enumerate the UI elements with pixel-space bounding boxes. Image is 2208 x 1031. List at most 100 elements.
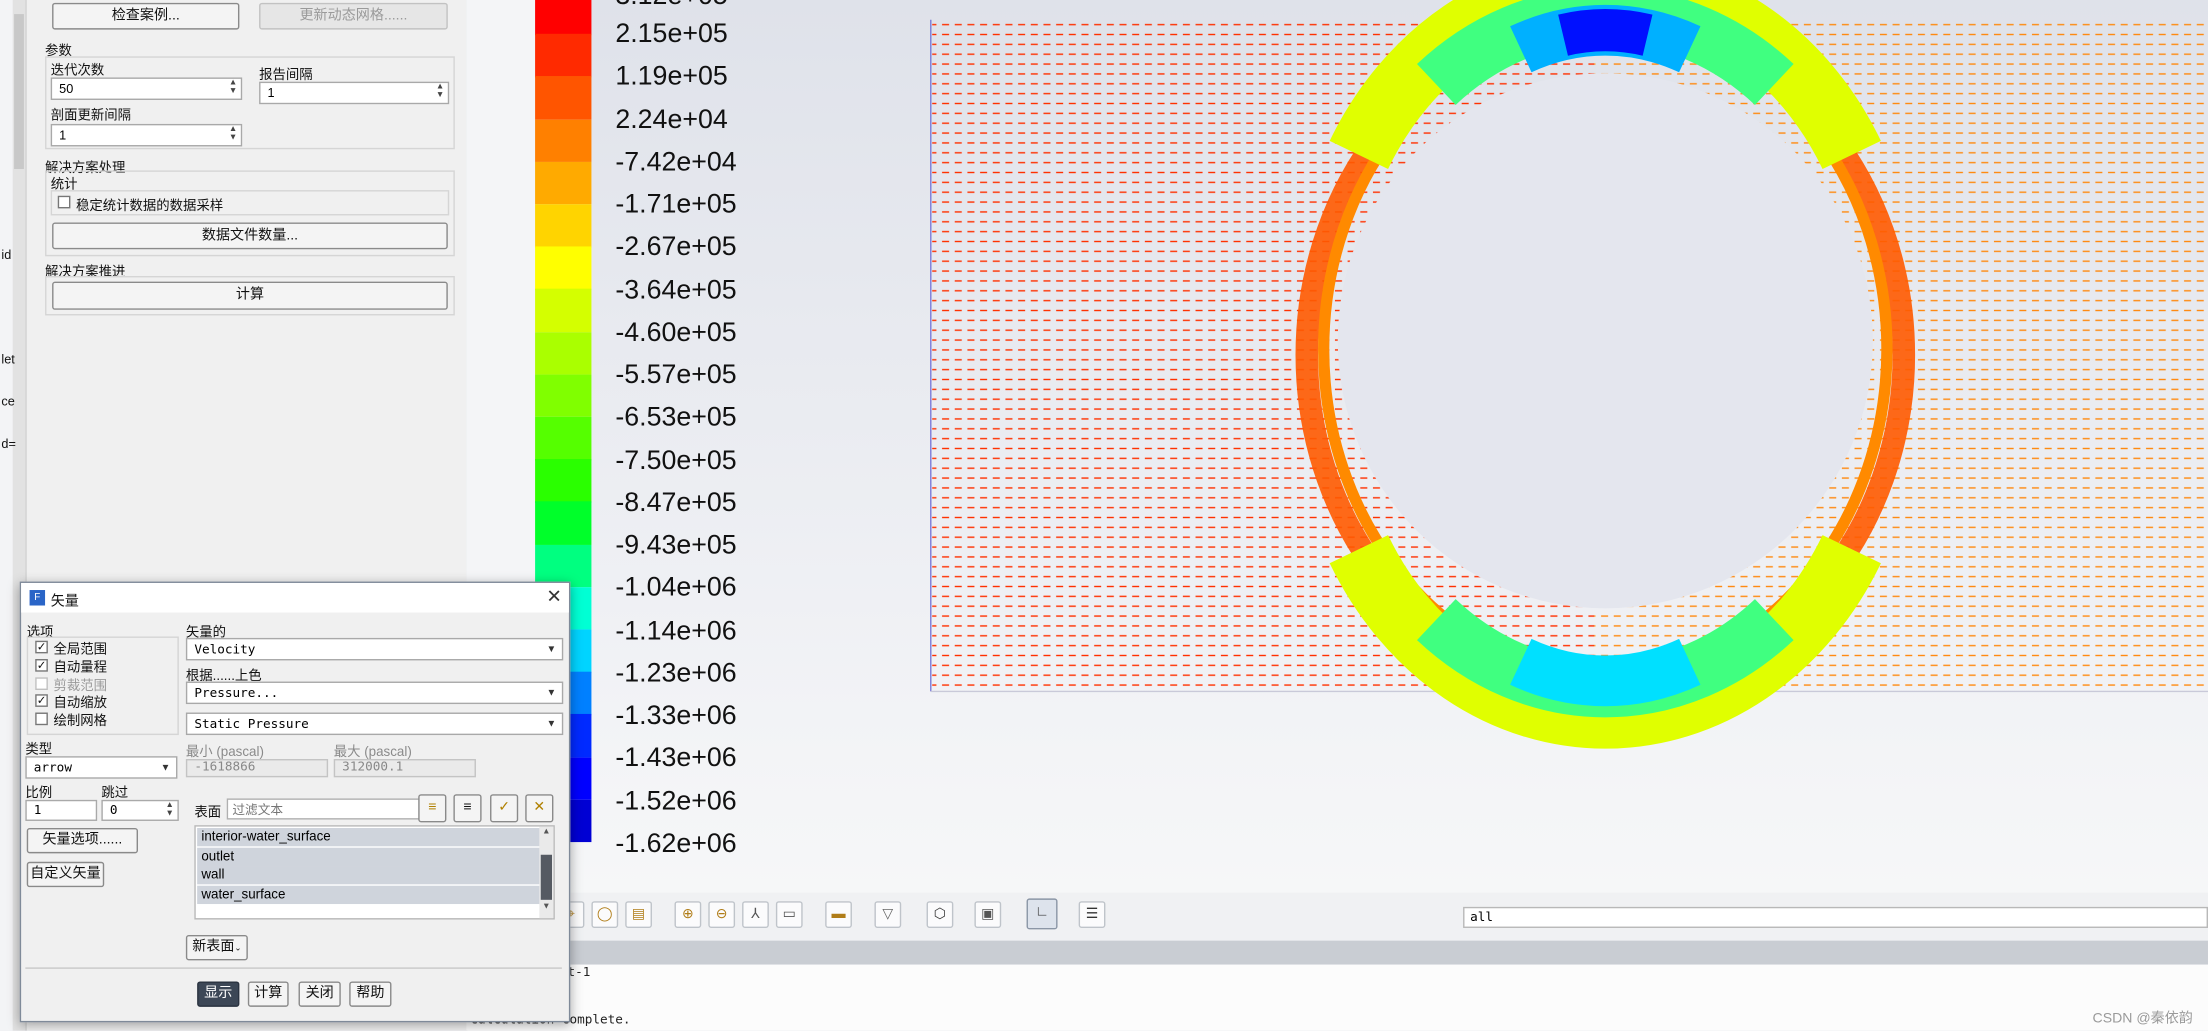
option-label: 全局范围 [53, 642, 108, 658]
console-panel[interactable]: t-1 calculation complete. [466, 964, 2208, 1031]
color-by-select[interactable]: Pressure... ▼ [185, 681, 564, 705]
colorbar-segment [535, 459, 592, 503]
left-edge-scroll-thumb[interactable] [14, 14, 24, 169]
view-icon[interactable]: ▽ [874, 901, 902, 928]
option-checkbox[interactable]: ✓ [35, 640, 48, 654]
option-checkbox[interactable] [35, 712, 48, 726]
probe-icon[interactable]: ▤ [625, 901, 652, 928]
chevron-down-icon: ▼ [546, 644, 557, 655]
data-file-quantities-button[interactable]: 数据文件数量... [52, 222, 448, 250]
colorbar-segment [535, 0, 592, 35]
skip-input[interactable]: 0 ▲ ▼ [101, 799, 179, 821]
legend-label: 2.15e+05 [615, 19, 728, 50]
filter-list-icon[interactable]: ≡ [453, 794, 482, 823]
zoom-in-icon[interactable]: ⊕ [674, 901, 702, 928]
zoom-out-icon[interactable]: ⊖ [708, 901, 736, 928]
scale-input[interactable]: 1 [25, 799, 98, 821]
custom-vectors-button[interactable]: 自定义矢量 [26, 861, 105, 888]
color-by-sub-select[interactable]: Static Pressure ▼ [185, 712, 564, 736]
spin-arrows-icon[interactable]: ▲ ▼ [227, 79, 240, 99]
surface-list-item[interactable]: outlet [197, 847, 541, 866]
spin-arrows-icon[interactable]: ▲ ▼ [434, 83, 447, 103]
colorbar-segment [535, 204, 592, 248]
update-dynamic-mesh-button[interactable]: 更新动态网格...... [259, 2, 448, 30]
type-select[interactable]: arrow ▼ [25, 756, 178, 779]
axes-icon[interactable]: ⅄ [742, 901, 769, 928]
colorbar-segment [535, 289, 592, 333]
layers-icon[interactable]: ▣ [974, 901, 1002, 928]
axis-toggle-icon[interactable]: ∟ [1026, 898, 1058, 930]
option-checkbox[interactable]: ✓ [35, 694, 48, 708]
close-button[interactable]: 关闭 [298, 981, 341, 1007]
zoom-icon[interactable]: ◯ [591, 901, 619, 928]
legend-label: 2.24e+04 [615, 104, 728, 135]
dialog-titlebar[interactable]: F 矢量 ✕ [21, 582, 569, 613]
legend-label: -7.42e+04 [615, 147, 737, 178]
option-checkbox[interactable]: ✓ [35, 658, 48, 672]
legend-label: -3.64e+05 [615, 275, 737, 305]
colorbar-segment [535, 76, 592, 120]
surface-list-item[interactable]: wall [197, 866, 541, 885]
scale-label: 比例 [25, 785, 53, 802]
legend-label: -6.53e+05 [615, 403, 737, 433]
min-value-field: -1618866 [185, 758, 329, 778]
graphics-window[interactable]: 3.12e+05 2.15e+05 1.19e+05 2.24e+04 -7.42e+0… [535, 0, 2208, 893]
surfaces-list[interactable]: interior-water_surface outlet wall water_su… [194, 825, 555, 920]
dialog-title: 矢量 [50, 594, 79, 610]
page-icon[interactable]: ▭ [775, 901, 803, 928]
legend-label: -7.50e+05 [615, 445, 737, 476]
display-button[interactable]: 显示 [197, 981, 240, 1007]
report-interval-input[interactable]: 1 ▲ ▼ [259, 81, 450, 105]
legend-label: -1.43e+06 [615, 743, 737, 774]
fluent-app-icon: F [29, 590, 46, 606]
filter-new-icon[interactable]: ≡ [418, 794, 447, 823]
colorbar-segment [535, 161, 592, 205]
notes-icon[interactable]: ☰ [1078, 901, 1106, 928]
chevron-down-icon: ⌄ [234, 944, 242, 954]
vectors-of-select[interactable]: Velocity ▼ [185, 637, 564, 661]
compute-button[interactable]: 计算 [247, 981, 289, 1007]
left-edge-text: d= [1, 436, 16, 451]
surface-list-item[interactable]: interior-water_surface [197, 827, 541, 847]
close-icon[interactable]: ✕ [546, 586, 561, 609]
surface-list-item[interactable]: water_surface [197, 885, 541, 904]
ruler-icon[interactable]: ▬ [825, 901, 852, 928]
surfaces-scrollbar[interactable]: ▲ ▼ [539, 826, 554, 919]
scroll-down-icon[interactable]: ▼ [541, 903, 552, 917]
option-label: 剪裁范围 [53, 678, 108, 694]
colorbar-segment [535, 34, 592, 78]
max-value-field: 312000.1 [333, 758, 476, 778]
min-label: 最小 (pascal) [185, 744, 264, 761]
option-label: 自动缩放 [53, 696, 108, 712]
dialog-divider [25, 967, 562, 969]
cube-icon[interactable]: ⬡ [926, 901, 954, 928]
check-case-button[interactable]: 检查案例... [52, 2, 240, 30]
calculate-button[interactable]: 计算 [52, 281, 448, 310]
profile-update-input[interactable]: 1 ▲ ▼ [50, 123, 243, 147]
scrollbar-thumb[interactable] [540, 854, 552, 900]
surface-filter-input[interactable] [226, 798, 422, 820]
steady-stats-checkbox[interactable] [57, 195, 71, 209]
help-button[interactable]: 帮助 [349, 981, 392, 1007]
new-surface-button[interactable]: 新表面⌄ [185, 935, 248, 961]
type-label: 类型 [25, 742, 53, 758]
iterations-label: 迭代次数 [50, 63, 105, 79]
legend-label: -9.43e+05 [615, 530, 737, 561]
spin-arrows-icon[interactable]: ▲ ▼ [163, 801, 176, 819]
colorbar-segment [535, 501, 592, 546]
scroll-up-icon[interactable]: ▲ [541, 828, 552, 842]
report-interval-label: 报告间隔 [259, 67, 313, 84]
legend-label: -1.04e+06 [615, 573, 737, 604]
select-all-icon[interactable]: ✓ [490, 794, 519, 823]
console-header [466, 940, 2208, 965]
spin-arrows-icon[interactable]: ▲ ▼ [227, 125, 240, 145]
colorbar-segment [535, 246, 592, 290]
deselect-all-icon[interactable]: ✕ [525, 794, 554, 823]
chevron-down-icon: ▼ [546, 719, 557, 730]
option-checkbox[interactable] [35, 676, 48, 690]
app-window: id let ce d= 检查案例... 更新动态网格...... 参数 迭代次… [0, 0, 2208, 1031]
surface-select[interactable]: all [1463, 906, 2208, 928]
legend-label: -1.62e+06 [615, 829, 737, 859]
vector-options-button[interactable]: 矢量选项...... [26, 827, 138, 854]
iterations-input[interactable]: 50 ▲ ▼ [50, 77, 243, 100]
